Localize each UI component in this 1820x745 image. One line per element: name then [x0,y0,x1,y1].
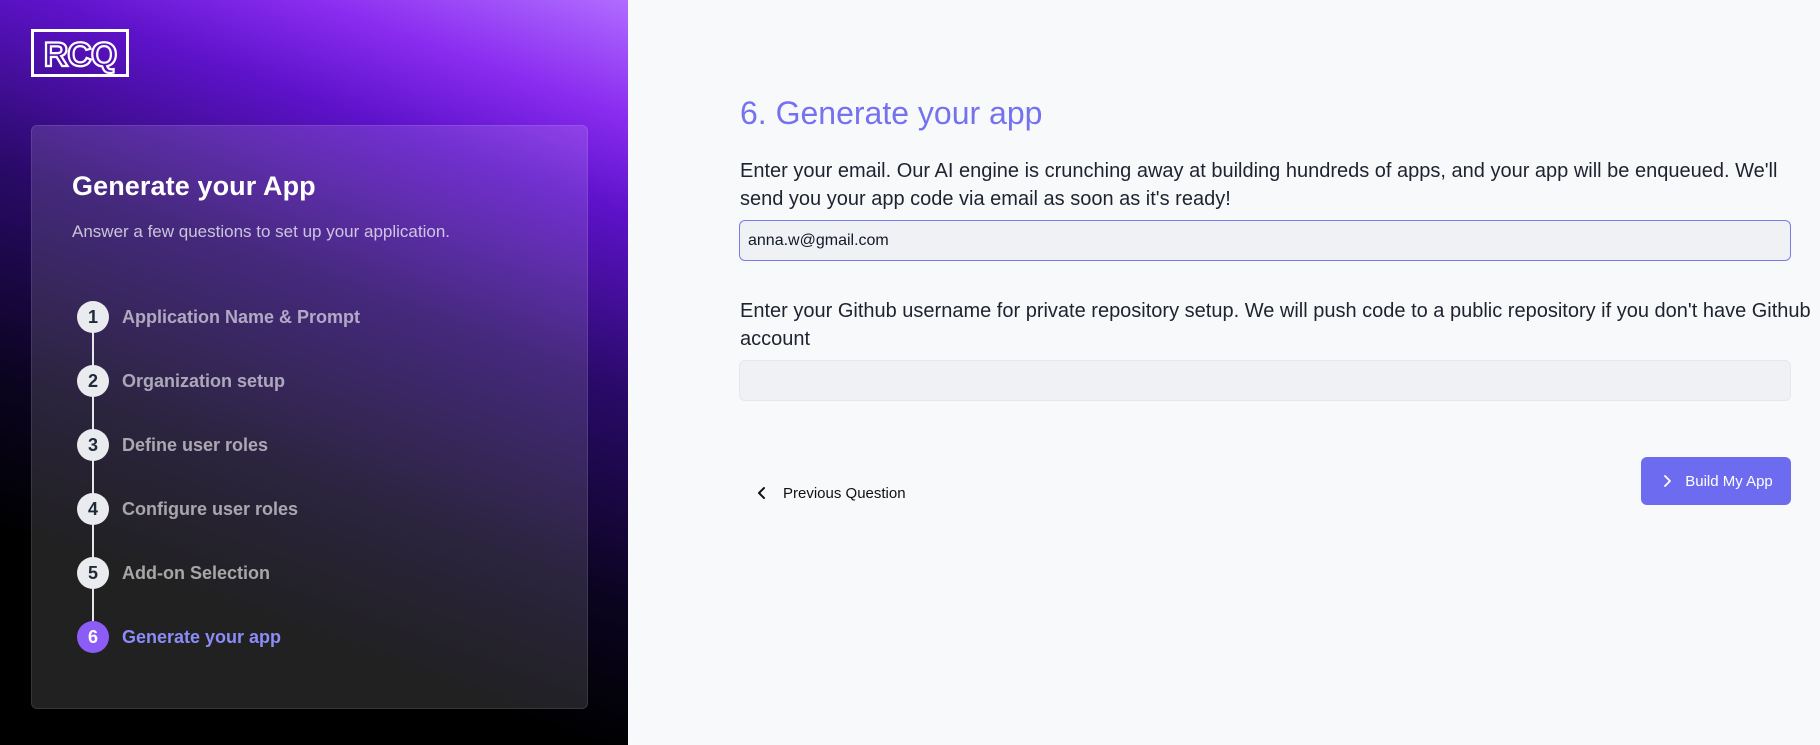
step-label: Generate your app [122,627,282,647]
step-label: Organization setup [122,371,286,391]
chevron-right-icon [1664,475,1672,487]
step-number: 1 [77,301,109,333]
main-panel: 6. Generate your app Enter your email. O… [628,0,1820,745]
previous-question-label: Previous Question [783,484,906,502]
github-username-field[interactable] [739,360,1791,401]
sidebar-panel: RCQ Generate your App Answer a few quest… [0,0,628,745]
step-number: 2 [77,365,109,397]
wizard-subtitle: Answer a few questions to set up your ap… [72,222,450,241]
build-my-app-button[interactable]: Build My App [1641,457,1791,505]
wizard-title: Generate your App [72,171,316,201]
step-number: 3 [77,429,109,461]
question-title: 6. Generate your app [740,95,1043,131]
email-prompt: Enter your email. Our AI engine is crunc… [740,160,1778,210]
previous-question-button[interactable]: Previous Question [753,478,906,508]
step-label: Configure user roles [122,499,299,519]
step-label: Define user roles [122,435,269,455]
svg-text:RCQ: RCQ [44,36,117,74]
rcq-logo: RCQ [31,29,129,77]
step-number: 4 [77,493,109,525]
step-label: Application Name & Prompt [122,307,361,327]
wizard-card: Generate your App Answer a few questions… [31,125,588,709]
step-number: 6 [77,621,109,653]
build-my-app-label: Build My App [1685,472,1773,490]
step-5[interactable]: 5 Add-on Selection [77,557,557,589]
github-prompt: Enter your Github username for private r… [740,300,1811,350]
email-field[interactable] [739,220,1791,261]
step-number: 5 [77,557,109,589]
step-4[interactable]: 4 Configure user roles [77,493,557,525]
step-1[interactable]: 1 Application Name & Prompt [77,301,557,333]
step-2[interactable]: 2 Organization setup [77,365,557,397]
step-label: Add-on Selection [122,563,270,583]
step-6[interactable]: 6 Generate your app [77,621,557,653]
chevron-left-icon [758,487,765,499]
step-3[interactable]: 3 Define user roles [77,429,557,461]
